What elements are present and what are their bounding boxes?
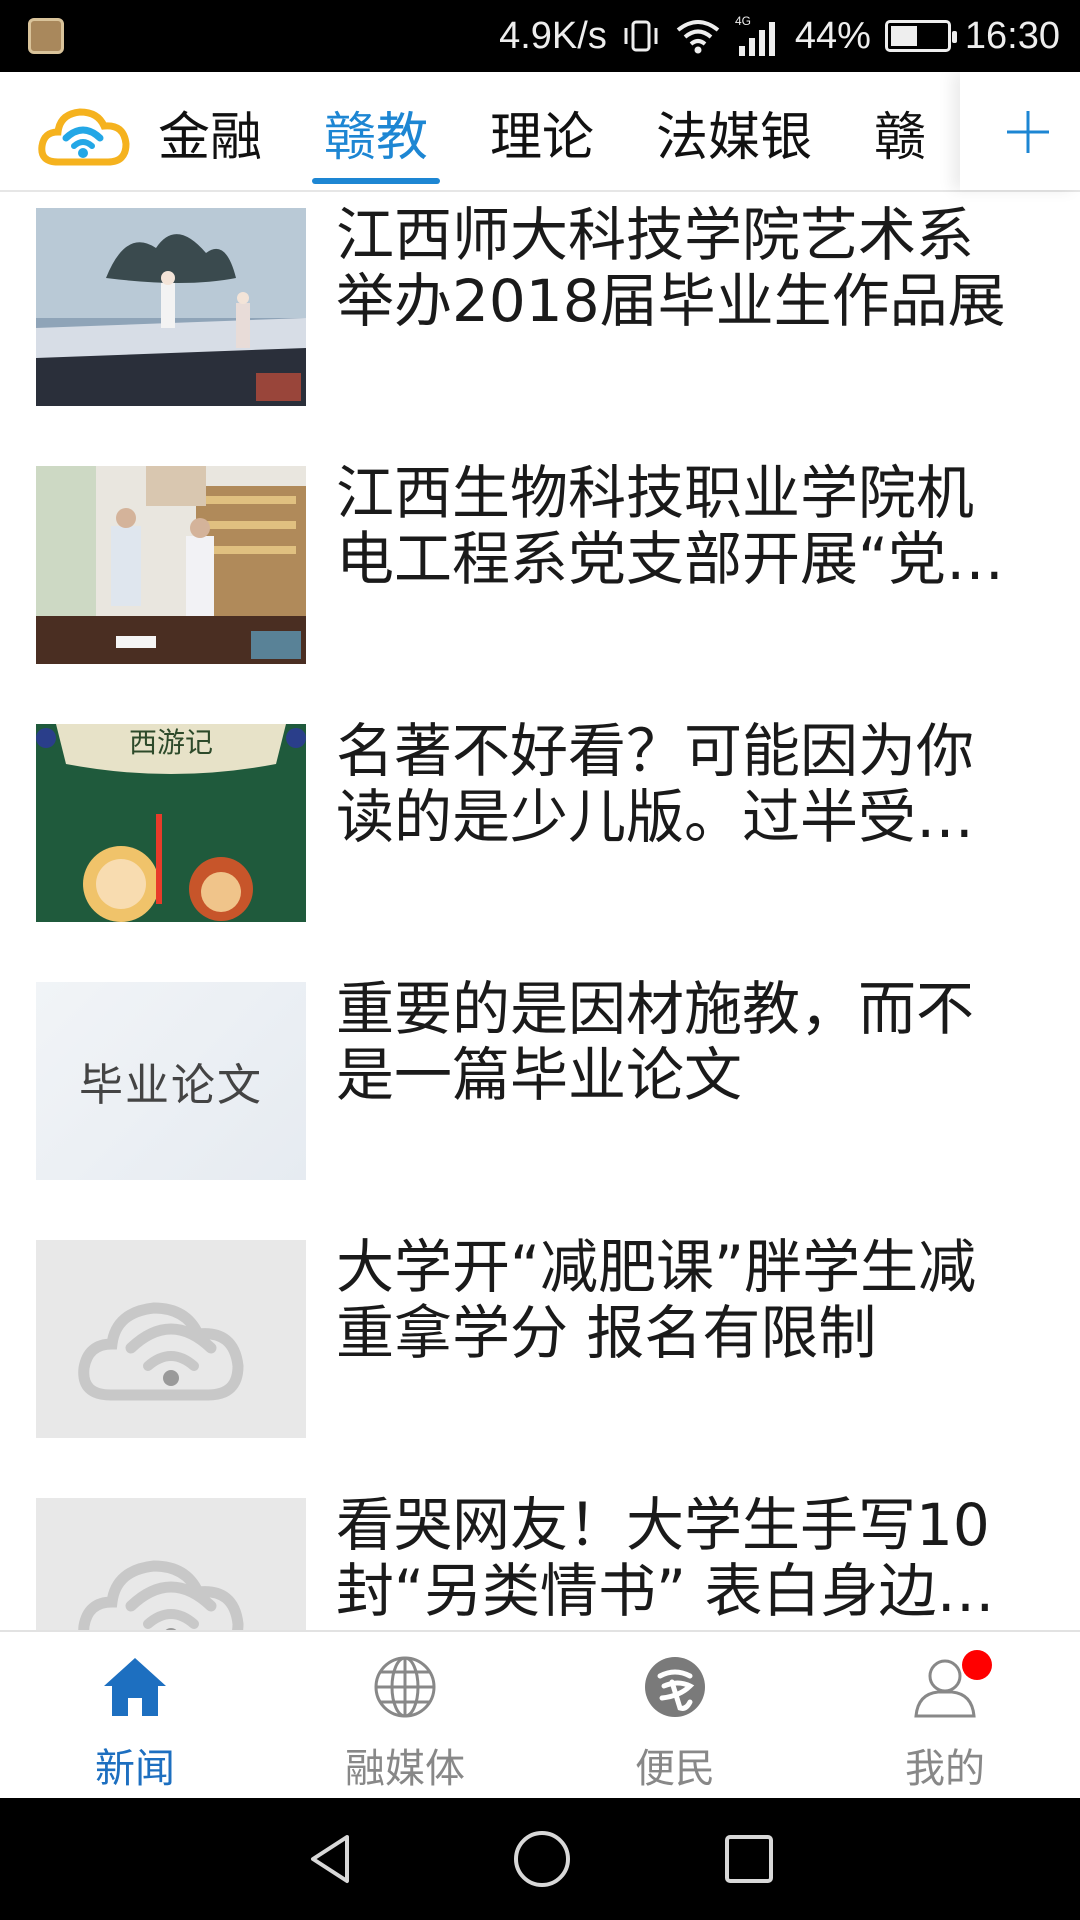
add-channel-button[interactable] xyxy=(994,98,1062,166)
service-icon xyxy=(645,1657,705,1717)
news-thumbnail xyxy=(36,466,306,664)
status-bar: 4.9K/s 4G 44% 16:30 xyxy=(0,0,1080,72)
news-title[interactable]: 大学开“减肥课”胖学生减重拿学分 报名有限制 xyxy=(336,1234,1020,1366)
news-title[interactable]: 江西师大科技学院艺术系举办2018届毕业生作品展 xyxy=(336,202,1020,334)
bottom-tab-news[interactable]: 新闻 xyxy=(0,1632,270,1798)
back-icon[interactable] xyxy=(303,1829,363,1889)
app-notification-icon xyxy=(28,18,64,54)
network-type: 4G xyxy=(735,14,751,28)
tab-theory[interactable]: 理论 xyxy=(490,72,594,192)
battery-percent: 44% xyxy=(794,14,871,57)
thumb-caption: 毕业论文 xyxy=(79,1060,263,1111)
news-thumbnail xyxy=(36,208,306,406)
plus-icon xyxy=(1007,111,1049,153)
news-item[interactable]: 西游记 名著不好看？可能因为你读的是少儿版。过半受… xyxy=(0,708,1080,966)
bottom-tab-label: 便民 xyxy=(635,1746,715,1792)
news-title[interactable]: 看哭网友！大学生手写10封“另类情书” 表白身边… xyxy=(336,1492,1020,1624)
battery-level xyxy=(890,26,918,46)
vibrate-icon xyxy=(624,20,658,52)
news-thumbnail: 西游记 xyxy=(36,724,306,922)
tab-education[interactable]: 赣教 xyxy=(312,72,441,192)
thumb-caption: 西游记 xyxy=(129,726,213,759)
news-item[interactable]: 江西师大科技学院艺术系举办2018届毕业生作品展 xyxy=(0,192,1080,450)
channel-tabs: 金融 赣教 理论 法媒银 赣 xyxy=(158,72,988,192)
wifi-icon xyxy=(676,20,720,54)
status-indicators: 4.9K/s 4G 44% 16:30 xyxy=(499,0,1060,72)
clock: 16:30 xyxy=(964,14,1060,57)
placeholder-logo-icon xyxy=(36,1240,306,1438)
news-title[interactable]: 名著不好看？可能因为你读的是少儿版。过半受… xyxy=(336,718,1020,850)
channel-nav: 金融 赣教 理论 法媒银 赣 xyxy=(0,72,1080,192)
tab-gan[interactable]: 赣 xyxy=(874,72,926,192)
bottom-tab-bar: 新闻 融媒体 便民 我的 xyxy=(0,1630,1080,1798)
bottom-tab-service[interactable]: 便民 xyxy=(540,1632,810,1798)
tab-law-media[interactable]: 法媒银 xyxy=(656,72,812,192)
news-item[interactable]: 江西生物科技职业学院机电工程系党支部开展“党… xyxy=(0,450,1080,708)
bottom-tab-label: 融媒体 xyxy=(345,1746,465,1792)
battery-icon xyxy=(884,20,957,52)
news-title[interactable]: 江西生物科技职业学院机电工程系党支部开展“党… xyxy=(336,460,1020,592)
recents-icon[interactable] xyxy=(721,1831,777,1887)
news-item[interactable]: 看哭网友！大学生手写10封“另类情书” 表白身边… xyxy=(0,1482,1080,1630)
notification-badge xyxy=(962,1650,992,1680)
placeholder-logo-icon xyxy=(36,1498,306,1630)
tab-finance[interactable]: 金融 xyxy=(158,72,262,192)
home-icon xyxy=(104,1658,166,1716)
news-thumbnail: 毕业论文 xyxy=(36,982,306,1180)
bottom-tab-label: 我的 xyxy=(905,1746,985,1792)
bottom-tab-media[interactable]: 融媒体 xyxy=(270,1632,540,1798)
news-title[interactable]: 重要的是因材施教，而不是一篇毕业论文 xyxy=(336,976,1020,1108)
news-item[interactable]: 大学开“减肥课”胖学生减重拿学分 报名有限制 xyxy=(0,1224,1080,1482)
bottom-tab-profile[interactable]: 我的 xyxy=(810,1632,1080,1798)
home-circle-icon[interactable] xyxy=(510,1827,574,1891)
system-nav-bar xyxy=(0,1798,1080,1920)
cloud-wifi-logo[interactable] xyxy=(36,92,130,172)
signal-icon: 4G xyxy=(735,14,775,56)
network-speed: 4.9K/s xyxy=(499,14,607,57)
globe-icon xyxy=(374,1656,436,1718)
news-item[interactable]: 毕业论文 重要的是因材施教，而不是一篇毕业论文 xyxy=(0,966,1080,1224)
news-list: 江西师大科技学院艺术系举办2018届毕业生作品展 江西生物科技职业学院机电工程系… xyxy=(0,192,1080,1630)
bottom-tab-label: 新闻 xyxy=(95,1746,175,1792)
